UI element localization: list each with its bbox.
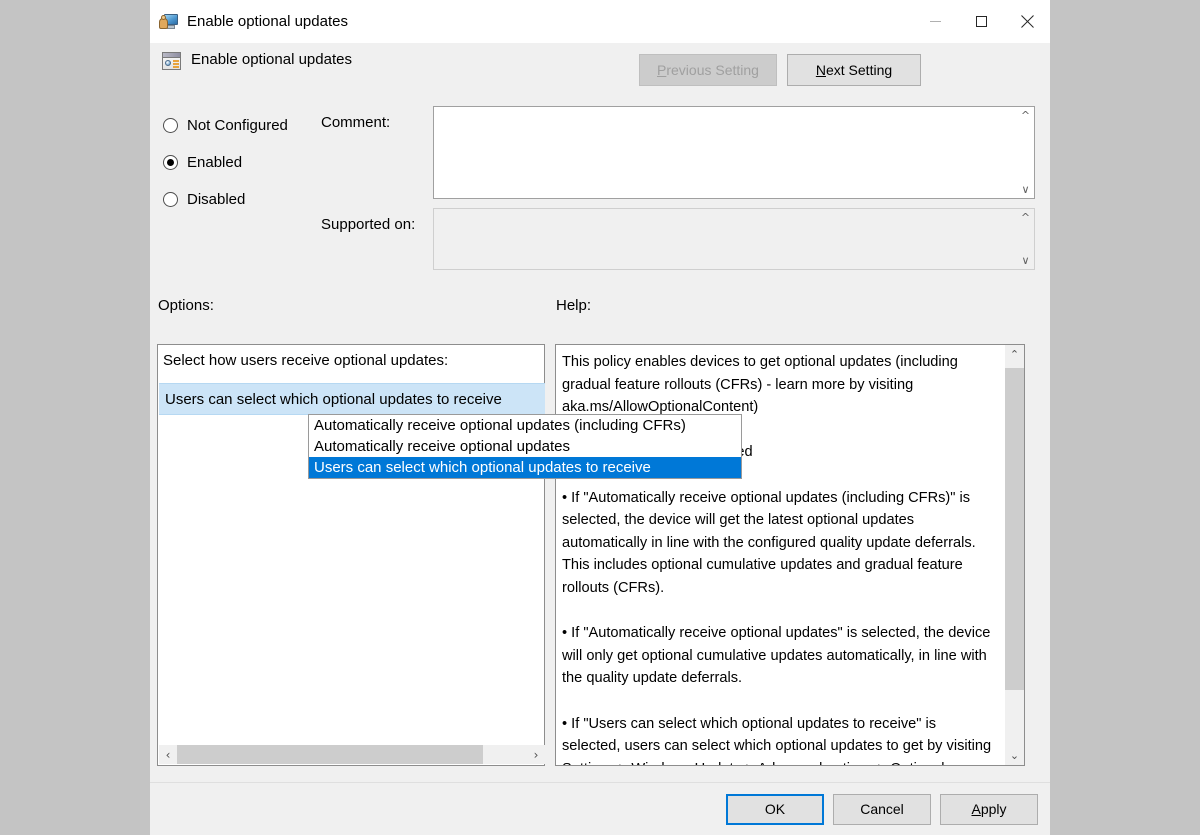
- maximize-button[interactable]: [958, 0, 1004, 43]
- scroll-up-icon[interactable]: ^: [1017, 107, 1034, 124]
- options-caption: Select how users receive optional update…: [163, 352, 449, 369]
- setting-title: Enable optional updates: [191, 51, 352, 68]
- policy-computer-icon: [159, 13, 179, 31]
- supported-on-label: Supported on:: [321, 216, 416, 233]
- minimize-button[interactable]: [912, 0, 958, 43]
- radio-circle-icon: [163, 118, 178, 133]
- dialog-footer: OK Cancel Apply: [150, 782, 1050, 835]
- scroll-down-icon[interactable]: ∨: [1017, 181, 1034, 198]
- hscroll-track[interactable]: [177, 745, 527, 764]
- combobox-selected-value: Users can select which optional updates …: [165, 390, 502, 408]
- apply-button[interactable]: Apply: [940, 794, 1038, 825]
- help-vertical-scrollbar[interactable]: ⌃ ⌄: [1004, 345, 1024, 765]
- radio-circle-selected-icon: [163, 155, 178, 170]
- supported-on-textbox: ^ ∨: [433, 208, 1035, 270]
- title-bar: Enable optional updates: [150, 0, 1050, 43]
- hscroll-thumb[interactable]: [177, 745, 483, 764]
- policy-setting-icon: [162, 52, 181, 70]
- next-setting-button[interactable]: Next Setting: [787, 54, 921, 86]
- radio-disabled-label: Disabled: [187, 191, 246, 208]
- scroll-down-icon: ∨: [1021, 254, 1030, 267]
- comment-value[interactable]: [434, 107, 1017, 198]
- supported-on-value: [434, 209, 1017, 269]
- help-panel: This policy enables devices to get optio…: [555, 344, 1025, 766]
- options-panel: Select how users receive optional update…: [157, 344, 545, 766]
- policy-setting-dialog: Enable optional updates Enable optional …: [150, 0, 1050, 835]
- dropdown-option-1[interactable]: Automatically receive optional updates: [309, 436, 741, 457]
- close-icon: [1020, 15, 1034, 29]
- maximize-icon: [975, 16, 987, 27]
- help-label: Help:: [556, 297, 592, 314]
- options-label: Options:: [158, 297, 214, 314]
- comment-textbox[interactable]: ^ ∨: [433, 106, 1035, 199]
- setting-header: Enable optional updates Previous Setting…: [150, 43, 1050, 98]
- radio-not-configured[interactable]: Not Configured: [163, 117, 288, 134]
- close-button[interactable]: [1004, 0, 1050, 43]
- radio-enabled-label: Enabled: [187, 154, 243, 171]
- comment-label: Comment:: [321, 114, 391, 131]
- dropdown-option-0[interactable]: Automatically receive optional updates (…: [309, 415, 741, 436]
- scroll-left-icon[interactable]: ‹: [159, 745, 177, 764]
- optional-updates-combobox[interactable]: Users can select which optional updates …: [159, 383, 545, 415]
- scroll-right-icon[interactable]: ›: [527, 745, 545, 764]
- radio-disabled[interactable]: Disabled: [163, 191, 245, 208]
- radio-not-configured-label: Not Configured: [187, 117, 288, 134]
- radio-circle-icon: [163, 192, 178, 207]
- options-horizontal-scrollbar[interactable]: ‹ ›: [159, 745, 545, 764]
- radio-enabled[interactable]: Enabled: [163, 154, 242, 171]
- ok-button[interactable]: OK: [726, 794, 824, 825]
- dropdown-option-2[interactable]: Users can select which optional updates …: [309, 457, 741, 478]
- scroll-up-icon: ^: [1020, 211, 1031, 224]
- help-scroll-thumb[interactable]: [1005, 368, 1024, 690]
- window-title: Enable optional updates: [187, 13, 348, 30]
- scroll-down-icon[interactable]: ⌄: [1005, 746, 1024, 765]
- scroll-up-icon[interactable]: ⌃: [1005, 345, 1024, 364]
- combobox-dropdown-list[interactable]: Automatically receive optional updates (…: [308, 414, 742, 479]
- help-text: This policy enables devices to get optio…: [562, 354, 992, 765]
- previous-setting-button[interactable]: Previous Setting: [639, 54, 777, 86]
- minimize-icon: [929, 21, 941, 22]
- state-area: Not Configured Enabled Disabled Comment:…: [150, 98, 1050, 288]
- cancel-button[interactable]: Cancel: [833, 794, 931, 825]
- comment-scrollbar[interactable]: ^ ∨: [1017, 107, 1034, 198]
- supported-on-scrollbar: ^ ∨: [1017, 209, 1034, 269]
